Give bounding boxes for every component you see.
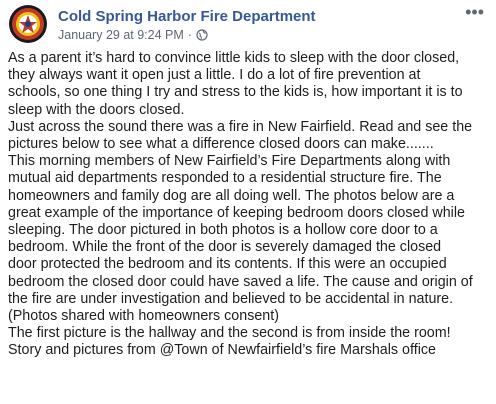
post-author-name[interactable]: Cold Spring Harbor Fire Department — [58, 8, 316, 25]
post-text: As a parent it’s hard to convince little… — [8, 50, 492, 360]
post-text-line: door protected the bedroom and its conte… — [8, 256, 447, 273]
post-text-line: homeowners and family dog are all doing … — [8, 187, 455, 204]
fire-department-logo-icon — [9, 5, 47, 43]
post-text-line: they always want it open just a little. … — [8, 67, 421, 84]
post-text-line: the fire are under investigation and bel… — [8, 290, 454, 307]
post-timestamp[interactable]: January 29 at 9:24 PM — [58, 28, 184, 42]
post-meta: January 29 at 9:24 PM · — [58, 28, 208, 42]
more-options-icon[interactable]: ••• — [465, 3, 484, 21]
post-header: Cold Spring Harbor Fire Department Janua… — [8, 3, 488, 44]
post-text-line: pictures below to see what a difference … — [8, 136, 434, 153]
post-text-line: sleeping. The door pictured in both phot… — [8, 222, 438, 239]
post-text-line: Just across the sound there was a fire i… — [8, 118, 473, 135]
post-text-line: (Photos shared with homeowners consent) — [8, 308, 279, 325]
post-text-line: This morning members of New Fairfield’s … — [8, 153, 451, 170]
post-text-line: schools, so one thing I try and stress t… — [8, 84, 463, 101]
post-text-line: Story and pictures from @Town of Newfair… — [8, 342, 436, 359]
post-text-line: great example of the importance of keepi… — [8, 204, 465, 221]
post-text-line: The first picture is the hallway and the… — [8, 325, 451, 342]
facebook-post: Cold Spring Harbor Fire Department Janua… — [0, 0, 496, 404]
meta-separator: · — [187, 28, 192, 42]
post-text-line: bedroom. While the front of the door is … — [8, 239, 442, 256]
post-text-line: bedroom the closed door could have saved… — [8, 273, 473, 290]
post-text-line: sleep with the doors closed. — [8, 101, 185, 118]
post-text-line: As a parent it’s hard to convince little… — [8, 50, 460, 66]
globe-icon[interactable] — [196, 29, 208, 41]
fire-department-logo-avatar[interactable] — [8, 4, 48, 44]
post-text-line: mutual aid departments responded to a re… — [8, 170, 442, 187]
